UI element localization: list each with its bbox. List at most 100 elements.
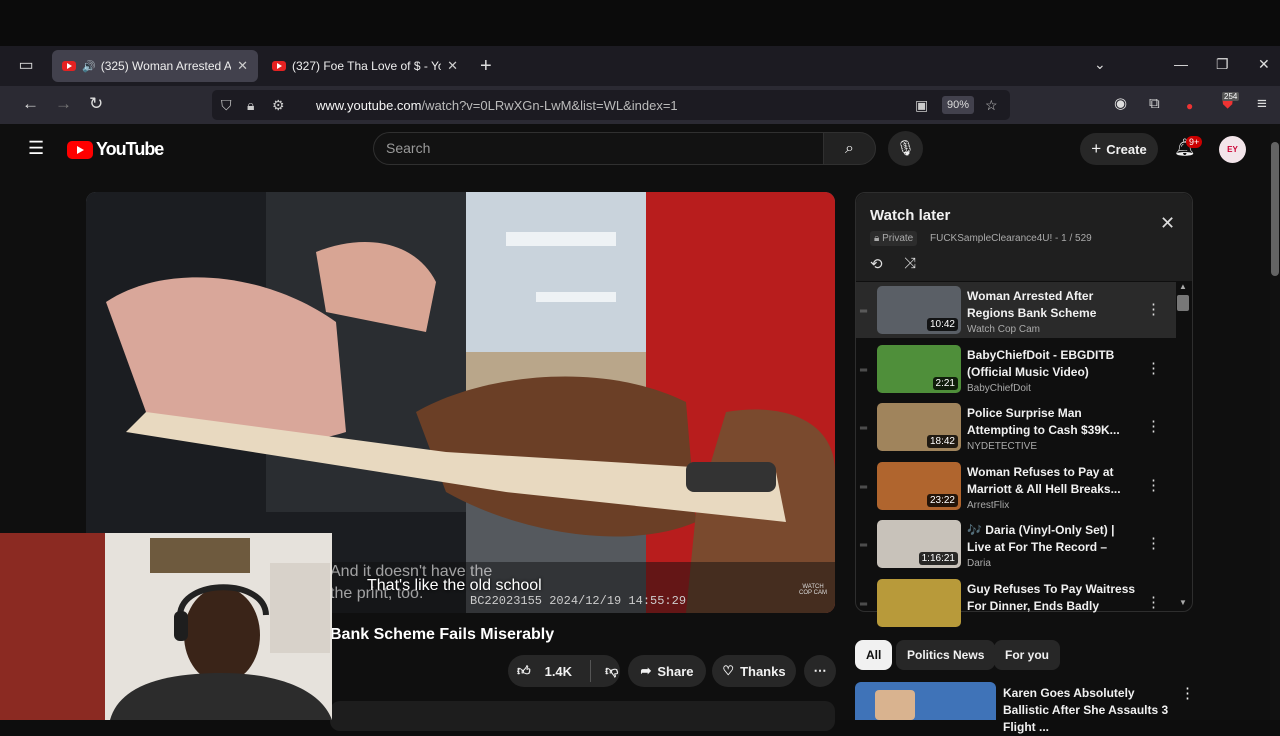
extension-record-icon[interactable]: ● — [1186, 96, 1193, 116]
search-button[interactable]: ⌕ — [823, 132, 876, 165]
playlist-item-title[interactable]: BabyChiefDoit - EBGDITB (Official Music … — [967, 347, 1137, 381]
browser-tab[interactable]: (327) Foe Tha Love of $ - YouTube ✕ — [262, 50, 468, 82]
playlist-item-title[interactable]: Woman Arrested After Regions Bank Scheme… — [967, 288, 1137, 322]
window-close-icon[interactable]: ✕ — [1258, 56, 1270, 73]
duration-badge: 18:42 — [926, 435, 958, 448]
scroll-up-icon[interactable]: ▲ — [1179, 282, 1187, 291]
extensions-icon[interactable]: ⧉ — [1149, 94, 1160, 114]
app-menu-icon[interactable]: ≡ — [1257, 94, 1267, 114]
share-button[interactable]: ➦ Share — [628, 655, 706, 687]
video-thumbnail[interactable]: 1:16:21 — [877, 520, 961, 568]
tab-close-icon[interactable]: ✕ — [447, 58, 458, 74]
more-vertical-icon[interactable]: ⋮ — [1146, 300, 1161, 318]
drag-handle-icon[interactable]: ═ — [860, 540, 867, 551]
playlist-item-channel[interactable]: NYDETECTIVE — [967, 441, 1037, 452]
playlist-item[interactable]: ═ 2:21 BabyChiefDoit - EBGDITB (Official M… — [856, 341, 1176, 397]
playlist-item-title[interactable]: Police Surprise Man Attempting to Cash $… — [967, 405, 1137, 439]
notification-count-badge: 9+ — [1186, 136, 1203, 148]
new-tab-icon[interactable]: + — [480, 55, 492, 77]
scroll-down-icon[interactable]: ▼ — [1179, 598, 1187, 607]
back-icon[interactable]: ← — [22, 94, 39, 114]
chip-politics-news[interactable]: Politics News — [896, 640, 996, 670]
close-icon[interactable]: ✕ — [1160, 213, 1175, 234]
playlist-item-channel[interactable]: ArrestFlix — [967, 500, 1009, 511]
youtube-logo[interactable]: YouTube — [67, 139, 164, 160]
playlist-item-channel[interactable]: BabyChiefDoit — [967, 383, 1031, 394]
create-button[interactable]: + Create — [1080, 133, 1158, 165]
playlist-item-title[interactable]: Woman Refuses to Pay at Marriott & All H… — [967, 464, 1137, 498]
reload-icon[interactable]: ↻ — [89, 94, 103, 114]
search-input[interactable] — [386, 140, 806, 156]
page-scrollbar-thumb[interactable] — [1271, 142, 1279, 276]
permissions-icon[interactable]: ⚙ — [272, 97, 285, 114]
drag-handle-icon[interactable]: ═ — [860, 423, 867, 434]
tab-close-icon[interactable]: ✕ — [237, 58, 248, 74]
url-text[interactable]: www.youtube.com/watch?v=0LRwXGn-LwM&list… — [316, 98, 678, 113]
lock-icon[interactable]: 🔒︎ — [247, 97, 254, 114]
playlist-item[interactable]: ═ 1:16:21 🎶 Daria (Vinyl-Only Set) | Live … — [856, 516, 1176, 572]
drag-handle-icon[interactable]: ═ — [860, 365, 867, 376]
more-actions-button[interactable]: ⋯ — [804, 655, 836, 687]
forward-icon[interactable]: → — [55, 94, 72, 114]
guide-menu-icon[interactable]: ☰ — [28, 138, 44, 159]
like-button[interactable]: 👍︎ 1.4K 👎︎ — [508, 655, 620, 687]
shield-icon[interactable]: ⛉ — [221, 97, 232, 114]
more-vertical-icon[interactable]: ⋮ — [1180, 684, 1195, 702]
playlist-item-title[interactable]: 🎶 Daria (Vinyl-Only Set) | Live at For T… — [967, 522, 1137, 556]
voice-search-button[interactable]: 🎙︎ — [888, 131, 923, 166]
playlist-item-channel[interactable]: Watch Cop Cam — [967, 324, 1040, 335]
description-box[interactable] — [330, 701, 835, 731]
browser-tab-active[interactable]: 🔊 (325) Woman Arrested After Regions Ban… — [52, 50, 258, 82]
duration-badge: 2:21 — [932, 377, 958, 390]
video-thumbnail[interactable]: 2:21 — [877, 345, 961, 393]
chip-all[interactable]: All — [855, 640, 893, 670]
more-vertical-icon[interactable]: ⋮ — [1146, 476, 1161, 494]
more-vertical-icon[interactable]: ⋮ — [1146, 593, 1161, 611]
playlist-item[interactable]: ═ 10:42 Woman Arrested After Regions Bank … — [856, 282, 1176, 338]
recommendation-item[interactable]: Karen Goes Absolutely Ballistic After Sh… — [855, 682, 1195, 734]
playlist-title[interactable]: Watch later — [870, 207, 950, 224]
chip-for-you[interactable]: For you — [994, 640, 1060, 670]
youtube-play-icon — [67, 140, 93, 159]
thanks-button[interactable]: ♡ Thanks — [712, 655, 796, 687]
webcam-feed — [0, 533, 332, 720]
bookmark-star-icon[interactable]: ☆ — [985, 97, 998, 114]
video-thumbnail[interactable]: 18:42 — [877, 403, 961, 451]
playlist-item[interactable]: ═ 23:22 Woman Refuses to Pay at Marriott &… — [856, 458, 1176, 514]
playlist-item[interactable]: ═ Guy Refuses To Pay Waitress For Dinner,… — [856, 575, 1176, 631]
avatar[interactable]: EY — [1219, 136, 1246, 163]
recommendation-title[interactable]: Karen Goes Absolutely Ballistic After Sh… — [1003, 685, 1175, 736]
drag-handle-icon[interactable]: ═ — [860, 482, 867, 493]
playlist-item-channel[interactable]: Daria — [967, 558, 991, 569]
drag-handle-icon[interactable]: ═ — [860, 599, 867, 610]
picture-in-picture-icon[interactable]: ▣ — [915, 97, 928, 114]
video-thumbnail[interactable]: 23:22 — [877, 462, 961, 510]
youtube-favicon-icon — [62, 61, 76, 71]
more-vertical-icon[interactable]: ⋮ — [1146, 417, 1161, 435]
drag-handle-icon[interactable]: ═ — [860, 306, 867, 317]
playlist-owner-position[interactable]: FUCKSampleClearance4U! - 1 / 529 — [930, 233, 1092, 244]
playlist-scrollbar-thumb[interactable] — [1177, 295, 1189, 311]
recommendation-thumbnail[interactable] — [855, 682, 996, 720]
loop-icon[interactable]: ⟲ — [870, 255, 883, 273]
video-thumbnail[interactable] — [877, 579, 961, 627]
url-bar[interactable]: ⛉ 🔒︎ ⚙ www.youtube.com/watch?v=0LRwXGn-L… — [212, 90, 1010, 120]
search-box[interactable] — [373, 132, 823, 165]
restore-icon[interactable]: ❐ — [1216, 56, 1229, 73]
video-thumbnail[interactable]: 10:42 — [877, 286, 961, 334]
zoom-level[interactable]: 90% — [942, 96, 974, 114]
account-icon[interactable]: ◉ — [1114, 94, 1127, 114]
more-vertical-icon[interactable]: ⋮ — [1146, 534, 1161, 552]
minimize-icon[interactable]: — — [1174, 56, 1188, 72]
bodycam-timestamp: BC22023155 2024/12/19 14:55:29 — [470, 594, 687, 608]
playlist-scrollbar[interactable]: ▲ ▼ — [1176, 281, 1190, 611]
thumbs-down-icon[interactable]: 👎︎ — [605, 663, 618, 679]
playlist-item[interactable]: ═ 18:42 Police Surprise Man Attempting to … — [856, 399, 1176, 455]
playlist-item-title[interactable]: Guy Refuses To Pay Waitress For Dinner, … — [967, 581, 1137, 615]
shuffle-icon[interactable]: ⤨ — [904, 255, 916, 272]
more-vertical-icon[interactable]: ⋮ — [1146, 359, 1161, 377]
thumbnail-image — [877, 579, 961, 627]
speaker-icon[interactable]: 🔊 — [82, 60, 96, 73]
tab-list-icon[interactable]: ▭ — [14, 55, 38, 77]
list-all-tabs-icon[interactable]: ⌄ — [1094, 56, 1106, 73]
